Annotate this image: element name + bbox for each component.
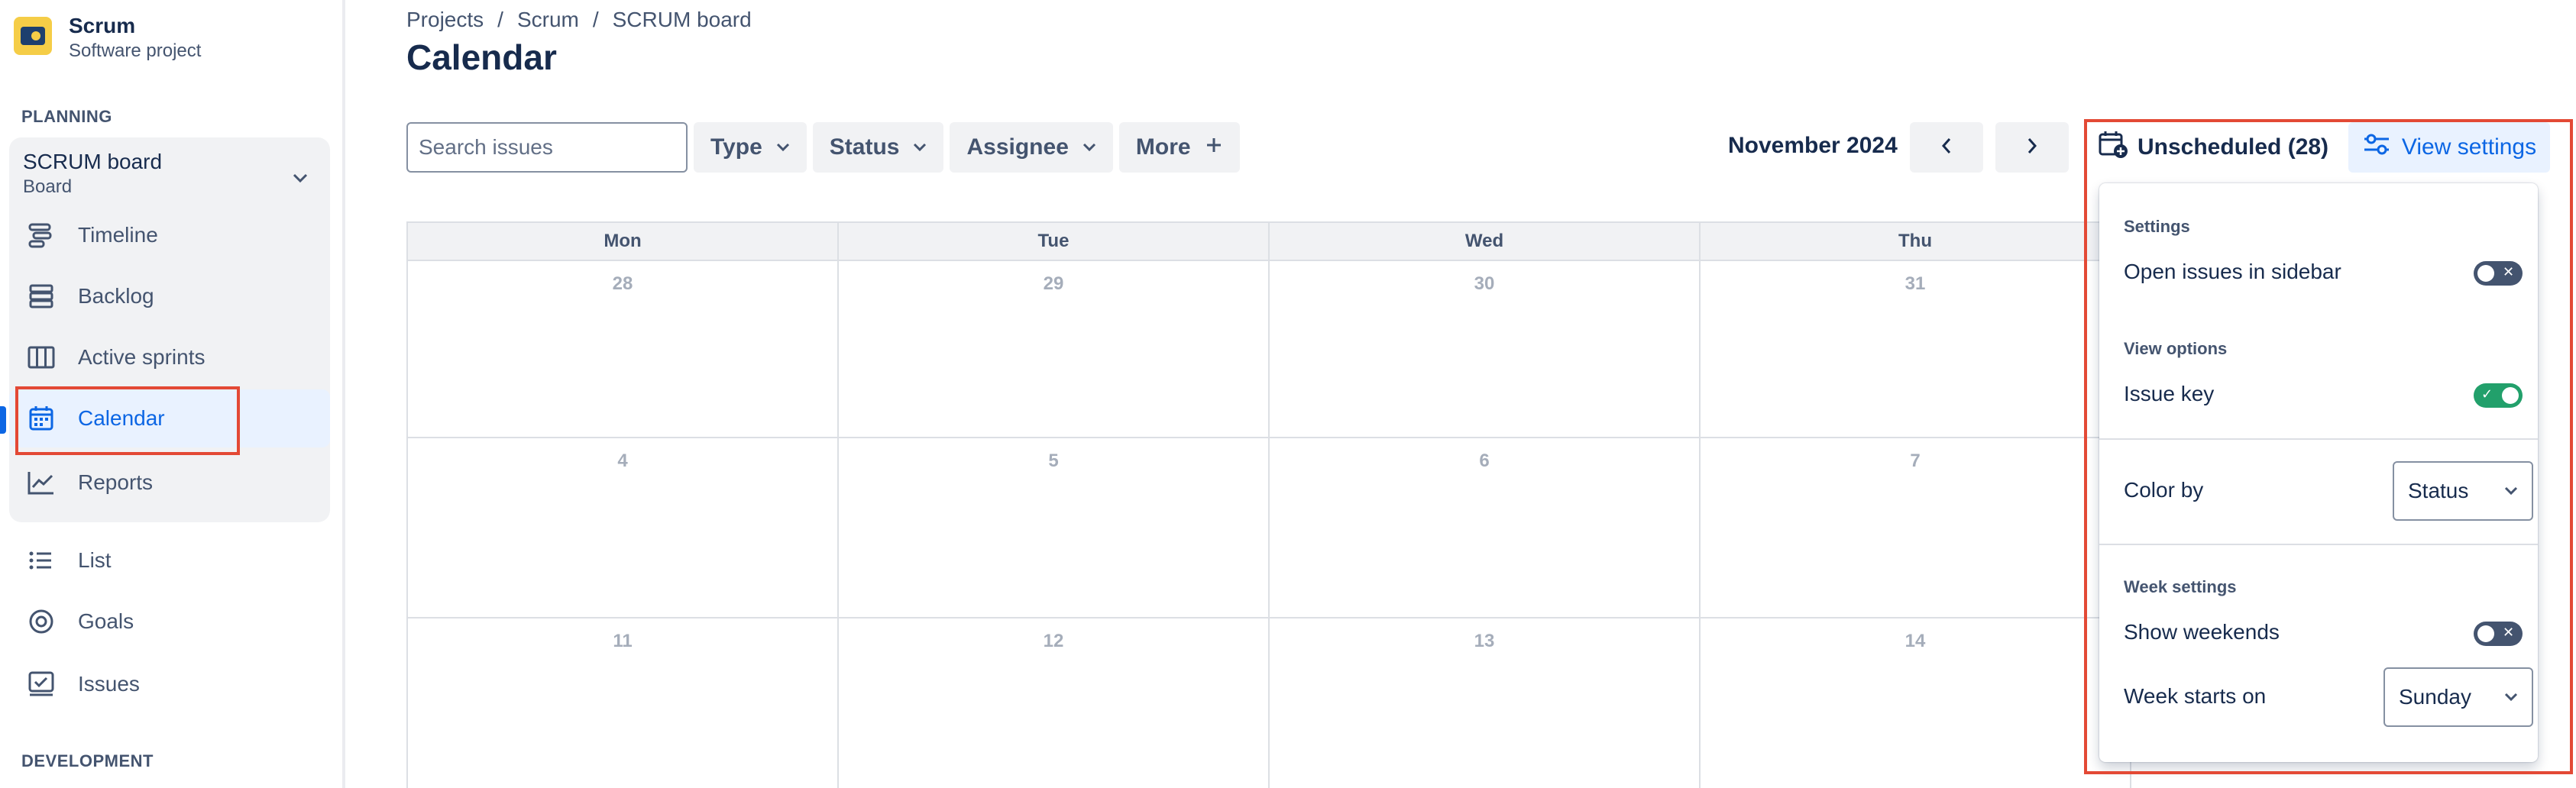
calendar-day-cell[interactable]: 6 <box>1270 438 1701 618</box>
toolbar: Type Status Assignee More <box>406 122 1240 173</box>
day-number: 6 <box>1479 451 1490 471</box>
sidebar-item-label: Issues <box>78 672 140 696</box>
breadcrumb-separator: / <box>592 8 599 31</box>
calendar-day-cell[interactable]: 5 <box>839 438 1270 618</box>
breadcrumb-board[interactable]: SCRUM board <box>613 8 752 32</box>
development-section-label: DEVELOPMENT <box>21 751 154 770</box>
breadcrumb: Projects / Scrum / SCRUM board <box>406 8 752 32</box>
day-number: 28 <box>612 273 633 294</box>
breadcrumb-scrum[interactable]: Scrum <box>517 8 579 32</box>
more-label: More <box>1135 134 1191 160</box>
filter-label: Status <box>829 134 900 160</box>
calendar-day-cell[interactable]: 4 <box>408 438 839 618</box>
calendar-day-cell[interactable]: 29 <box>839 261 1270 438</box>
chevron-left-icon <box>1940 137 1953 159</box>
calendar-day-cell[interactable]: 28 <box>408 261 839 438</box>
calendar-day-cell[interactable]: 14 <box>1701 618 2131 788</box>
day-number: 30 <box>1474 273 1495 294</box>
next-month-button[interactable] <box>1995 122 2069 173</box>
previous-month-button[interactable] <box>1910 122 1983 173</box>
calendar-day-cell[interactable]: 31 <box>1701 261 2131 438</box>
active-indicator <box>0 406 6 434</box>
calendar-day-cell[interactable]: 30 <box>1270 261 1701 438</box>
day-number: 13 <box>1474 631 1495 651</box>
filter-label: Assignee <box>966 134 1069 160</box>
chevron-down-icon <box>1083 139 1096 157</box>
planning-section-label: PLANNING <box>21 107 112 126</box>
page-title: Calendar <box>406 37 557 77</box>
day-number: 31 <box>1904 273 1926 294</box>
sidebar-item-backlog[interactable]: Backlog <box>9 267 330 325</box>
day-number: 11 <box>613 631 633 651</box>
sidebar-item-label: Active sprints <box>78 345 205 369</box>
sidebar-item-label: Reports <box>78 470 154 494</box>
sidebar-item-label: Timeline <box>78 223 158 247</box>
day-header: Tue <box>839 223 1270 261</box>
backlog-icon <box>24 279 58 313</box>
day-header: Wed <box>1270 223 1701 261</box>
day-number: 14 <box>1904 631 1926 651</box>
calendar-day-cell[interactable]: 7 <box>1701 438 2131 618</box>
plus-icon <box>1205 136 1223 159</box>
sidebar-item-list[interactable]: List <box>9 531 330 589</box>
sidebar-item-timeline[interactable]: Timeline <box>9 206 330 264</box>
list-icon <box>24 544 58 577</box>
calendar-day-cell[interactable]: 12 <box>839 618 1270 788</box>
day-header: Mon <box>408 223 839 261</box>
day-number: 5 <box>1048 451 1059 471</box>
goal-icon <box>24 605 58 638</box>
project-type: Software project <box>69 40 202 61</box>
board-subtitle: Board <box>23 176 73 197</box>
chart-line-icon <box>24 466 58 499</box>
day-number: 12 <box>1043 631 1064 651</box>
sidebar-item-label: List <box>78 548 112 572</box>
calendar-grid: Mon Tue Wed Thu 28 29 30 31 4 5 6 7 11 1… <box>406 221 2133 788</box>
project-logo-icon <box>14 17 52 55</box>
search-box[interactable] <box>406 122 713 173</box>
project-name: Scrum <box>69 14 136 37</box>
sidebar-item-reports[interactable]: Reports <box>9 454 330 512</box>
day-header: Thu <box>1701 223 2131 261</box>
panel-highlight-box <box>2084 119 2573 774</box>
filter-label: Type <box>710 134 762 160</box>
sidebar: Scrum Software project PLANNING SCRUM bo… <box>0 0 345 788</box>
day-number: 4 <box>617 451 628 471</box>
calendar-highlight-box <box>15 386 240 455</box>
calendar-day-cell[interactable]: 13 <box>1270 618 1701 788</box>
board-selector[interactable]: SCRUM board Board <box>23 148 321 199</box>
timeline-icon <box>24 218 58 252</box>
sidebar-item-label: Backlog <box>78 284 154 308</box>
day-number: 29 <box>1043 273 1064 294</box>
chevron-down-icon[interactable] <box>292 165 309 189</box>
issues-icon <box>24 667 58 701</box>
chevron-right-icon <box>2026 137 2038 159</box>
project-header[interactable]: Scrum Software project <box>14 12 201 63</box>
sidebar-item-active-sprints[interactable]: Active sprints <box>9 328 330 386</box>
month-label: November 2024 <box>1728 133 1898 158</box>
day-number: 7 <box>1910 451 1921 471</box>
calendar-day-cell[interactable]: 11 <box>408 618 839 788</box>
breadcrumb-projects[interactable]: Projects <box>406 8 484 32</box>
sidebar-item-issues[interactable]: Issues <box>9 655 330 713</box>
board-columns-icon <box>24 341 58 374</box>
sidebar-item-label: Goals <box>78 609 134 633</box>
board-title: SCRUM board <box>23 150 163 173</box>
chevron-down-icon <box>776 139 790 157</box>
breadcrumb-separator: / <box>497 8 503 31</box>
type-filter-button[interactable]: Type <box>694 122 807 173</box>
search-input[interactable] <box>419 135 694 160</box>
chevron-down-icon <box>913 139 927 157</box>
sidebar-item-goals[interactable]: Goals <box>9 593 330 651</box>
more-filters-button[interactable]: More <box>1118 122 1240 173</box>
assignee-filter-button[interactable]: Assignee <box>950 122 1113 173</box>
status-filter-button[interactable]: Status <box>812 122 944 173</box>
